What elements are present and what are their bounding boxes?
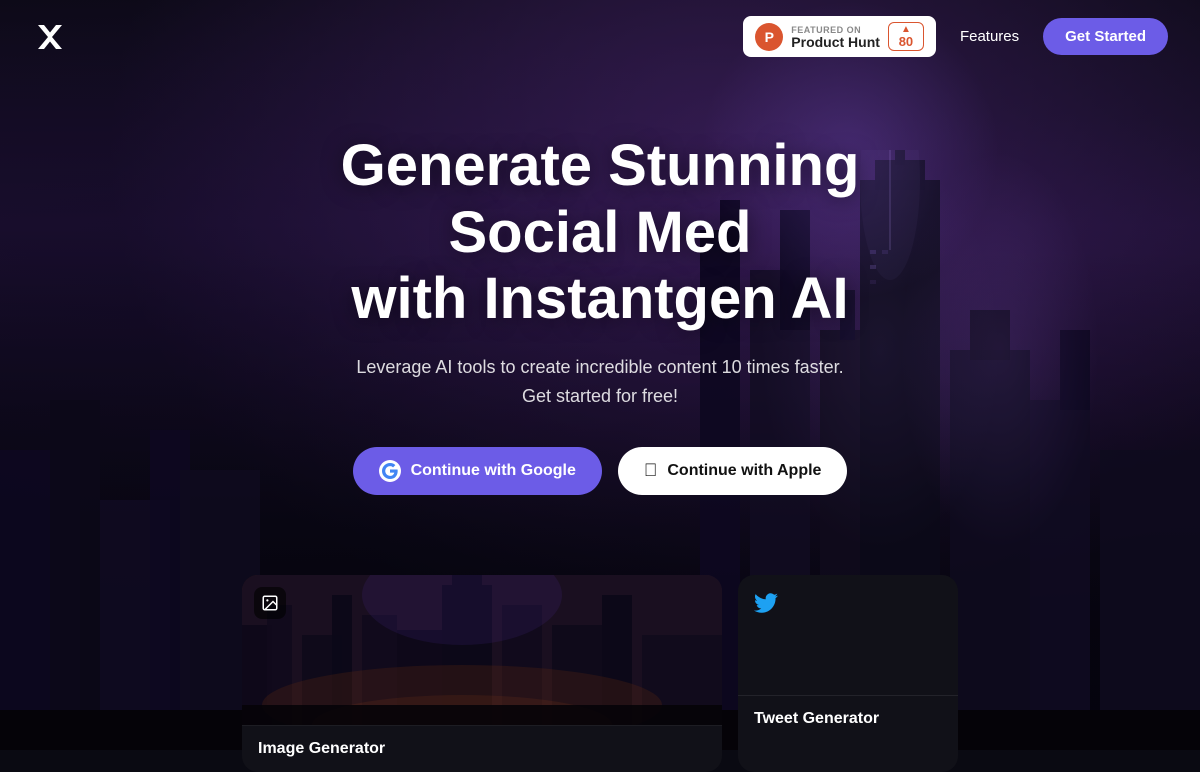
ph-votes-block: ▲ 80 — [888, 22, 924, 51]
get-started-button[interactable]: Get Started — [1043, 18, 1168, 55]
logo-icon — [32, 19, 68, 55]
nav-right: P FEATURED ON Product Hunt ▲ 80 Features… — [743, 16, 1168, 57]
hero-section: Generate Stunning Social Med with Instan… — [0, 73, 1200, 535]
image-card-title: Image Generator — [258, 740, 385, 757]
image-card-icon — [254, 587, 286, 619]
features-link[interactable]: Features — [960, 28, 1019, 45]
hero-title-line2: Social Med — [449, 200, 752, 265]
logo[interactable] — [32, 19, 68, 55]
ph-letter: P — [765, 29, 774, 45]
ph-logo-icon: P — [755, 23, 783, 51]
feature-cards: Image Generator Tweet Generator — [0, 575, 1200, 772]
card-image-inner — [242, 575, 722, 725]
tweet-card-title: Tweet Generator — [754, 710, 879, 727]
apple-icon:  — [644, 460, 658, 481]
ph-text-block: FEATURED ON Product Hunt — [791, 25, 880, 49]
product-hunt-badge[interactable]: P FEATURED ON Product Hunt ▲ 80 — [743, 16, 936, 57]
hero-title-line1: Generate Stunning — [341, 133, 860, 198]
google-btn-label: Continue with Google — [411, 462, 576, 480]
cta-buttons: Continue with Google  Continue with App… — [20, 447, 1180, 495]
ph-name: Product Hunt — [791, 35, 880, 49]
hero-title-line3: with Instantgen AI — [351, 266, 848, 331]
twitter-icon — [754, 595, 778, 620]
google-icon — [379, 460, 401, 482]
ph-vote-count: 80 — [899, 35, 913, 48]
image-generator-card[interactable]: Image Generator — [242, 575, 722, 772]
continue-with-apple-button[interactable]:  Continue with Apple — [618, 447, 848, 495]
image-card-footer: Image Generator — [242, 725, 722, 772]
hero-subtitle: Leverage AI tools to create incredible c… — [350, 353, 850, 411]
tweet-generator-card[interactable]: Tweet Generator — [738, 575, 958, 772]
tweet-card-top — [738, 575, 958, 695]
apple-btn-label: Continue with Apple — [667, 462, 821, 480]
ph-featured-label: FEATURED ON — [791, 25, 880, 35]
hero-title: Generate Stunning Social Med with Instan… — [20, 133, 1180, 333]
navbar: P FEATURED ON Product Hunt ▲ 80 Features… — [0, 0, 1200, 73]
card-image — [242, 575, 722, 725]
tweet-card-footer: Tweet Generator — [738, 695, 958, 742]
continue-with-google-button[interactable]: Continue with Google — [353, 447, 602, 495]
